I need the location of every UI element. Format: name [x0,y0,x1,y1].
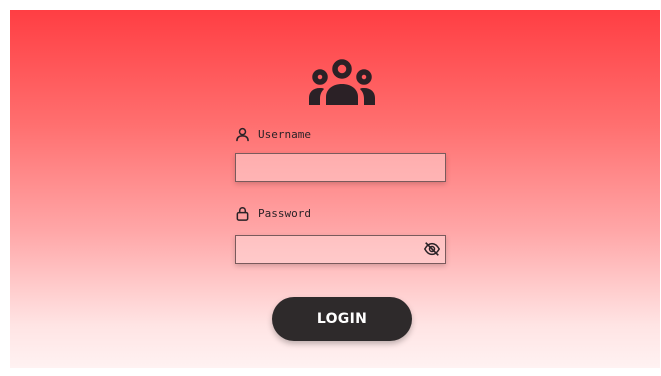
eye-off-icon[interactable] [423,240,441,258]
login-panel: Username Password LOGIN [10,10,660,368]
password-label-text: Password [258,207,311,220]
password-label: Password [235,206,311,221]
lock-icon [236,206,249,221]
username-label: Username [235,127,311,142]
user-icon [236,127,249,142]
username-label-text: Username [258,128,311,141]
username-input[interactable] [235,153,446,182]
password-input[interactable] [235,235,446,264]
users-group-icon [309,59,375,105]
login-button[interactable]: LOGIN [272,297,412,341]
